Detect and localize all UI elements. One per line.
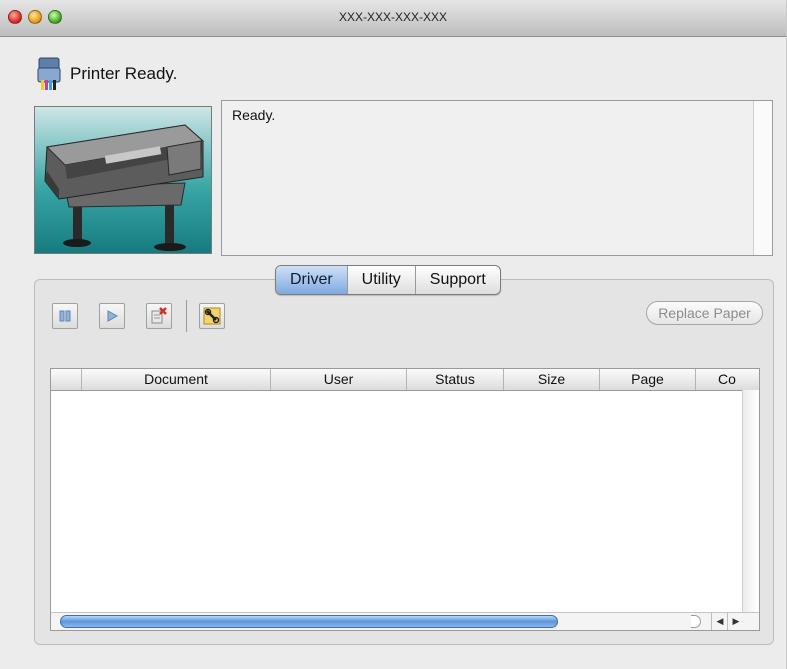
- printer-status-window: XXX-XXX-XXX-XXX Printer Ready. Ready. Dr…: [0, 0, 787, 669]
- table-horizontal-scrollbar[interactable]: ◀ ▶: [51, 612, 759, 630]
- replace-paper-button[interactable]: Replace Paper: [646, 301, 763, 325]
- utility-wrench-icon: [203, 307, 221, 325]
- pause-icon: [59, 310, 71, 322]
- column-header-user[interactable]: User: [270, 369, 406, 390]
- printer-status-icon: [37, 57, 61, 90]
- status-headline: Printer Ready.: [70, 64, 178, 83]
- window-title: XXX-XXX-XXX-XXX: [338, 10, 448, 24]
- utility-tool-button[interactable]: [199, 303, 225, 329]
- scroll-left-arrow-icon[interactable]: ◀: [711, 613, 728, 630]
- scroll-right-arrow-icon[interactable]: ▶: [727, 613, 744, 630]
- column-header-document[interactable]: Document: [81, 369, 270, 390]
- toolbar-divider: [186, 300, 187, 332]
- printer-illustration: [34, 106, 212, 254]
- column-header-size[interactable]: Size: [503, 369, 599, 390]
- tab-driver[interactable]: Driver: [276, 266, 347, 294]
- resume-job-button[interactable]: [99, 303, 125, 329]
- delete-job-icon: [151, 307, 167, 324]
- column-header-copies[interactable]: Co: [695, 369, 759, 390]
- print-jobs-table: Document User Status Size Page Co ◀ ▶: [50, 368, 760, 631]
- scroll-track-end: [691, 615, 701, 628]
- pause-job-button[interactable]: [52, 303, 78, 329]
- table-vertical-scrollbar[interactable]: [742, 390, 759, 613]
- tab-support[interactable]: Support: [414, 266, 500, 294]
- title-bar[interactable]: XXX-XXX-XXX-XXX: [0, 0, 786, 37]
- play-icon: [107, 310, 119, 322]
- column-header-status[interactable]: Status: [406, 369, 503, 390]
- message-scrollbar[interactable]: [753, 101, 772, 255]
- horizontal-scroll-thumb[interactable]: [60, 615, 558, 628]
- status-message-box: Ready.: [221, 100, 773, 256]
- tab-bar: Driver Utility Support: [275, 265, 501, 295]
- column-header-page[interactable]: Page: [599, 369, 695, 390]
- printer-picture: [44, 124, 205, 251]
- delete-job-button[interactable]: [146, 303, 172, 329]
- table-header: Document User Status Size Page Co: [51, 369, 759, 391]
- tab-utility[interactable]: Utility: [346, 266, 415, 294]
- column-header-index[interactable]: [51, 369, 81, 390]
- status-message: Ready.: [232, 107, 276, 123]
